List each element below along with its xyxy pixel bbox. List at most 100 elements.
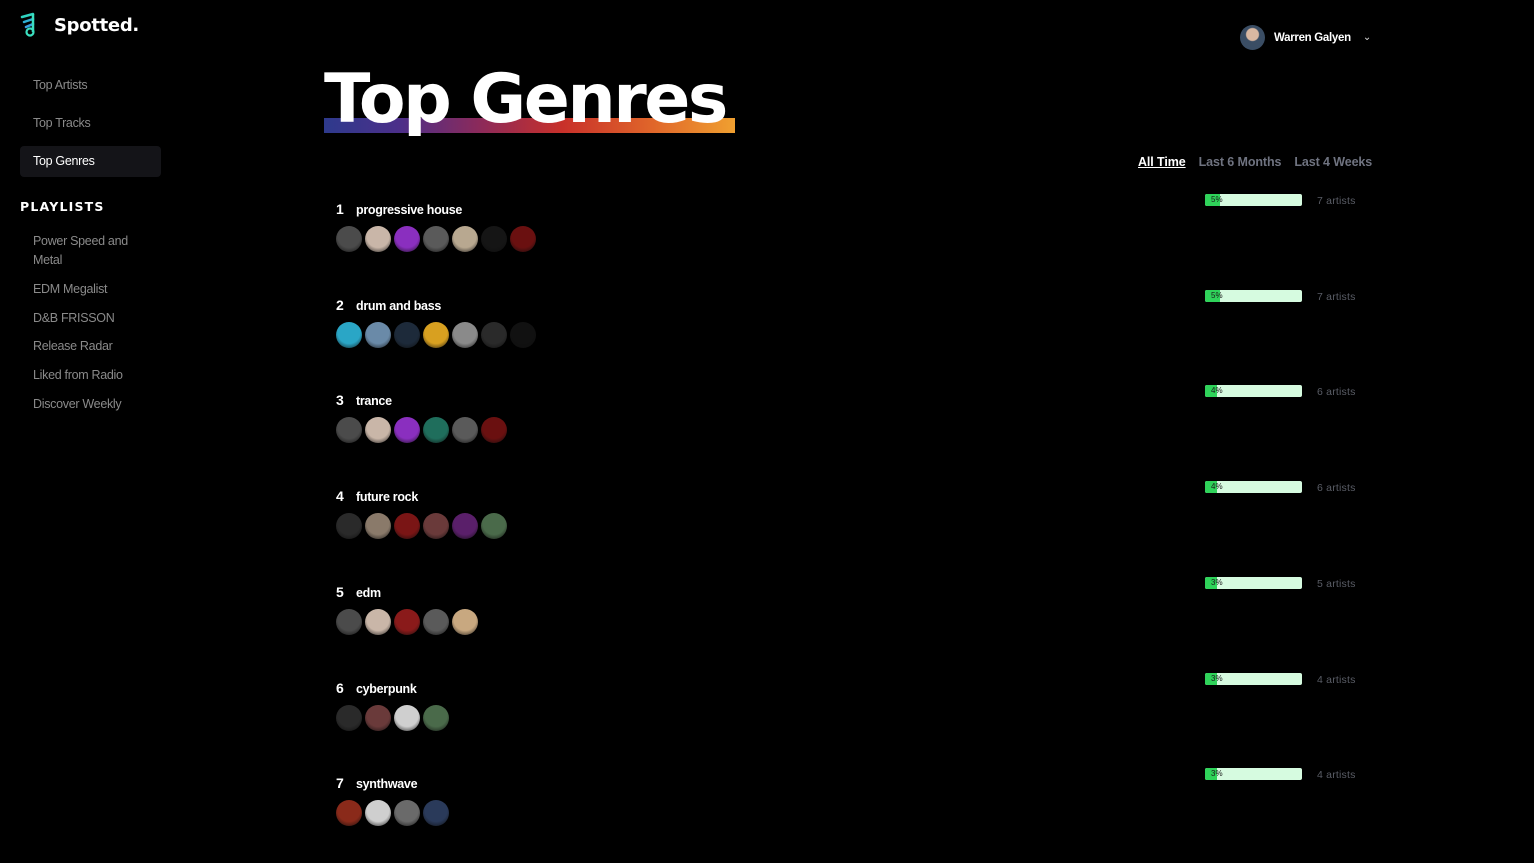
genre-name: progressive house (356, 203, 463, 217)
artist-avatar[interactable] (481, 322, 507, 348)
genre-artist-avatars (336, 609, 478, 635)
genre-artist-avatars (336, 417, 507, 443)
genre-percent-label: 5% (1211, 195, 1223, 204)
artist-avatar[interactable] (336, 609, 362, 635)
artist-avatar[interactable] (452, 322, 478, 348)
artist-avatar[interactable] (336, 226, 362, 252)
artist-avatar[interactable] (423, 800, 449, 826)
artist-avatar[interactable] (336, 322, 362, 348)
user-name: Warren Galyen (1274, 31, 1351, 44)
genre-row[interactable]: 7 synthwave 3% 4 artists (336, 768, 1376, 863)
time-range-tabs: All Time Last 6 Months Last 4 Weeks (1138, 155, 1372, 169)
artist-avatar[interactable] (423, 322, 449, 348)
artist-avatar[interactable] (452, 609, 478, 635)
artist-avatar[interactable] (365, 609, 391, 635)
artist-avatar[interactable] (423, 417, 449, 443)
genre-artist-avatars (336, 226, 536, 252)
artist-avatar[interactable] (481, 226, 507, 252)
playlist-item[interactable]: Release Radar (33, 337, 143, 356)
artist-avatar[interactable] (394, 226, 420, 252)
artist-avatar[interactable] (394, 609, 420, 635)
playlists-heading: PLAYLISTS (20, 199, 105, 214)
page-title-wrap: Top Genres (324, 60, 735, 140)
genre-percent-bar: 5% (1205, 290, 1302, 302)
app-logo[interactable]: Spotted. (20, 12, 139, 38)
artist-avatar[interactable] (423, 705, 449, 731)
artist-avatar[interactable] (394, 417, 420, 443)
artist-avatar[interactable] (423, 513, 449, 539)
playlist-item[interactable]: Discover Weekly (33, 395, 143, 414)
genre-name: future rock (356, 490, 418, 504)
playlist-item[interactable]: Liked from Radio (33, 366, 143, 385)
playlist-item[interactable]: EDM Megalist (33, 280, 143, 299)
artist-avatar[interactable] (336, 705, 362, 731)
genre-row[interactable]: 6 cyberpunk 3% 4 artists (336, 673, 1376, 770)
tab-all-time[interactable]: All Time (1138, 155, 1186, 169)
genre-rank: 2 (336, 297, 344, 313)
artist-avatar[interactable] (510, 322, 536, 348)
artist-avatar[interactable] (336, 800, 362, 826)
genre-percent-label: 4% (1211, 482, 1223, 491)
sidebar: Spotted. Top Artists Top Tracks Top Genr… (0, 0, 175, 863)
artist-avatar[interactable] (365, 513, 391, 539)
genre-name: trance (356, 394, 392, 408)
genre-row[interactable]: 3 trance 4% 6 artists (336, 385, 1376, 482)
genre-artist-count: 7 artists (1317, 195, 1356, 207)
artist-avatar[interactable] (394, 322, 420, 348)
genre-name: drum and bass (356, 299, 442, 313)
page-title: Top Genres (324, 60, 728, 139)
playlist-item[interactable]: Power Speed and Metal (33, 232, 143, 270)
artist-avatar[interactable] (365, 705, 391, 731)
artist-avatar[interactable] (336, 513, 362, 539)
genre-percent-bar: 5% (1205, 194, 1302, 206)
genre-rank: 4 (336, 488, 344, 504)
tab-last-6-months[interactable]: Last 6 Months (1199, 155, 1282, 169)
sidebar-item-top-tracks[interactable]: Top Tracks (20, 108, 161, 139)
genre-rank: 7 (336, 775, 344, 791)
sidebar-item-top-genres[interactable]: Top Genres (20, 146, 161, 177)
genre-name: synthwave (356, 777, 418, 791)
music-note-logo-icon (20, 12, 35, 37)
artist-avatar[interactable] (365, 800, 391, 826)
artist-avatar[interactable] (394, 705, 420, 731)
genre-percent-label: 3% (1211, 769, 1223, 778)
genre-artist-count: 4 artists (1317, 674, 1356, 686)
artist-avatar[interactable] (394, 800, 420, 826)
genre-rank: 6 (336, 680, 344, 696)
tab-last-4-weeks[interactable]: Last 4 Weeks (1294, 155, 1372, 169)
genre-artist-avatars (336, 513, 507, 539)
genre-artist-avatars (336, 800, 449, 826)
artist-avatar[interactable] (394, 513, 420, 539)
artist-avatar[interactable] (365, 417, 391, 443)
artist-avatar[interactable] (481, 417, 507, 443)
genre-artist-count: 7 artists (1317, 291, 1356, 303)
artist-avatar[interactable] (336, 417, 362, 443)
artist-avatar[interactable] (452, 226, 478, 252)
artist-avatar[interactable] (423, 609, 449, 635)
avatar (1240, 25, 1265, 50)
genre-row[interactable]: 4 future rock 4% 6 artists (336, 481, 1376, 578)
genre-percent-label: 3% (1211, 578, 1223, 587)
genre-row[interactable]: 1 progressive house 5% 7 artists (336, 194, 1376, 291)
genre-row[interactable]: 2 drum and bass 5% 7 artists (336, 290, 1376, 387)
genre-artist-avatars (336, 322, 536, 348)
sidebar-item-top-artists[interactable]: Top Artists (20, 70, 161, 101)
artist-avatar[interactable] (365, 226, 391, 252)
genre-percent-label: 5% (1211, 291, 1223, 300)
artist-avatar[interactable] (510, 226, 536, 252)
artist-avatar[interactable] (423, 226, 449, 252)
genre-row[interactable]: 5 edm 3% 5 artists (336, 577, 1376, 674)
app-name: Spotted. (54, 14, 139, 36)
chevron-down-icon: ⌄ (1362, 32, 1372, 43)
user-menu[interactable]: Warren Galyen ⌄ (1240, 25, 1371, 50)
artist-avatar[interactable] (452, 513, 478, 539)
genre-artist-count: 6 artists (1317, 482, 1356, 494)
genre-name: cyberpunk (356, 682, 417, 696)
genre-percent-bar: 4% (1205, 481, 1302, 493)
artist-avatar[interactable] (365, 322, 391, 348)
playlist-item[interactable]: D&B FRISSON (33, 309, 143, 328)
genre-artist-count: 5 artists (1317, 578, 1356, 590)
artist-avatar[interactable] (452, 417, 478, 443)
artist-avatar[interactable] (481, 513, 507, 539)
genre-rank: 1 (336, 201, 344, 217)
